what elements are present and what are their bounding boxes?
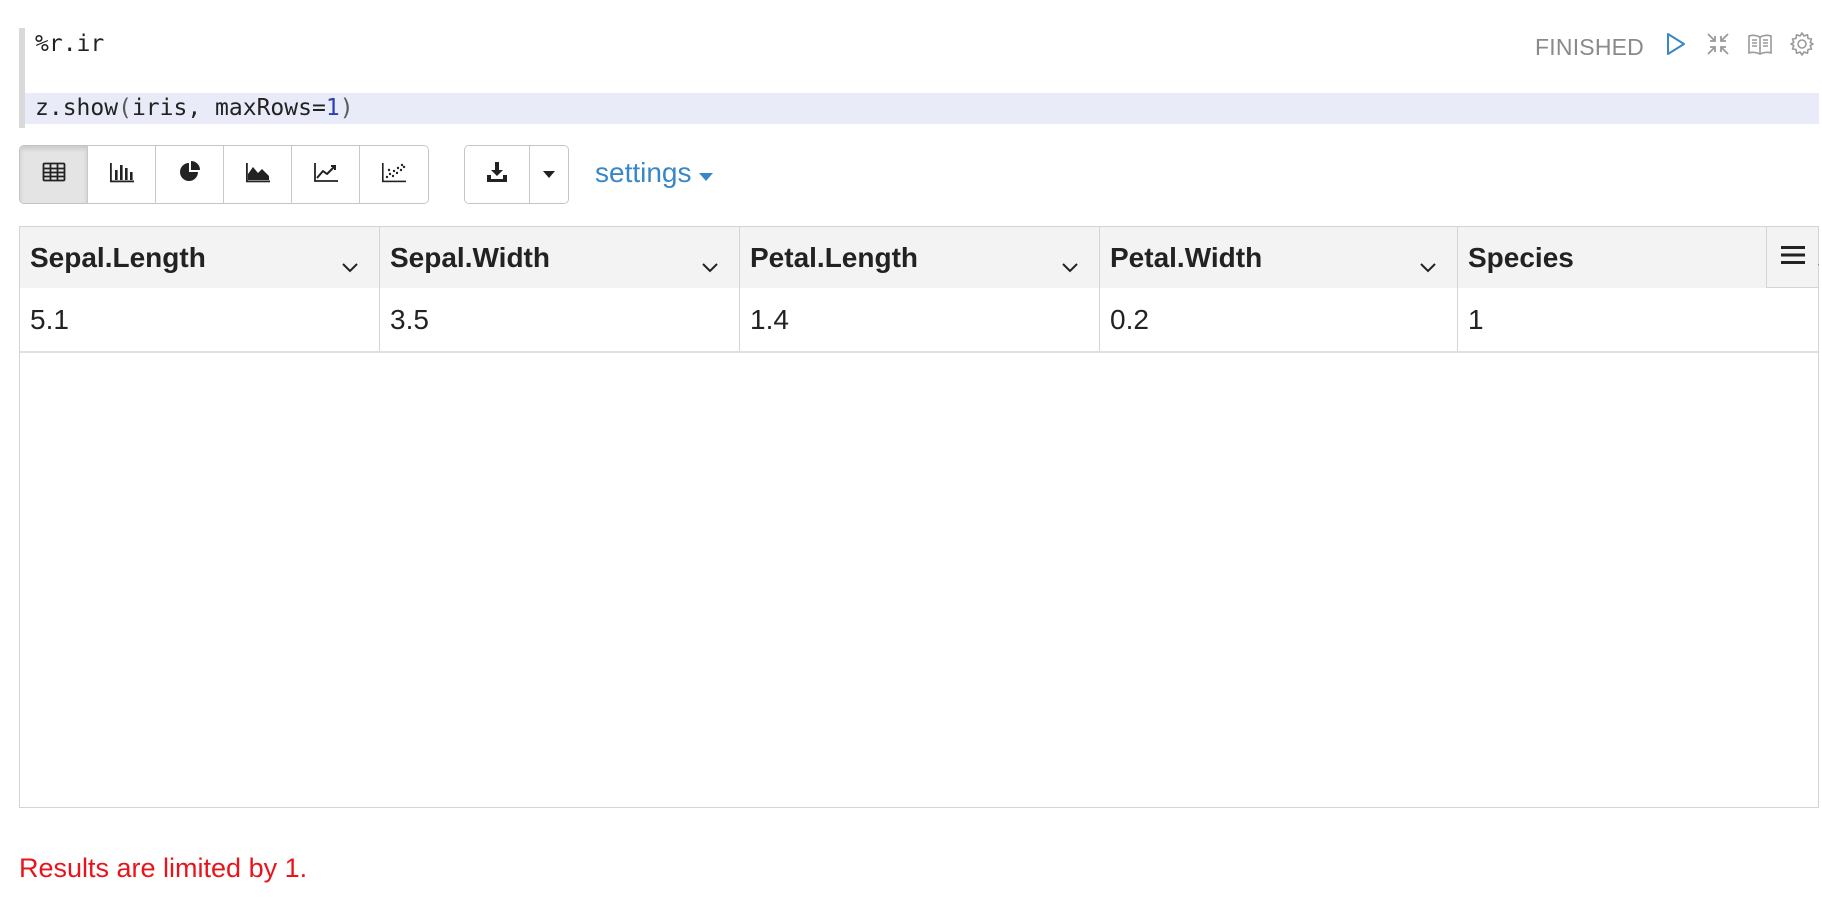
- table-cell[interactable]: 0.2: [1100, 288, 1458, 351]
- results-table: Sepal.Length Sepal.Width Petal.Length Pe…: [19, 226, 1819, 808]
- gear-icon[interactable]: [1788, 30, 1816, 58]
- chevron-down-icon[interactable]: [341, 249, 359, 281]
- code-token-open-paren: (: [118, 95, 132, 121]
- bar-chart-button[interactable]: [88, 146, 156, 203]
- download-options-toggle[interactable]: [529, 146, 568, 203]
- table-icon: [42, 162, 66, 187]
- column-header-label: Species: [1468, 241, 1574, 273]
- area-chart-button[interactable]: [224, 146, 292, 203]
- code-token-number: 1: [325, 95, 340, 121]
- settings-label: settings: [595, 157, 692, 188]
- chevron-down-icon[interactable]: [701, 249, 719, 281]
- grid-menu-button[interactable]: [1766, 227, 1818, 288]
- column-header-label: Sepal.Length: [30, 241, 206, 273]
- paragraph-status: FINISHED: [1535, 34, 1644, 60]
- code-line-1[interactable]: %r.ir: [35, 29, 104, 60]
- table-header: Sepal.Length Sepal.Width Petal.Length Pe…: [20, 227, 1819, 289]
- column-header[interactable]: Sepal.Width: [380, 227, 740, 288]
- table-cell[interactable]: 5.1: [20, 288, 380, 351]
- column-header[interactable]: Petal.Width: [1100, 227, 1458, 288]
- table-cell[interactable]: 1.4: [740, 288, 1100, 351]
- column-header-label: Petal.Length: [750, 241, 919, 273]
- line-chart-icon: [313, 161, 339, 188]
- collapse-icon[interactable]: [1704, 30, 1732, 58]
- scatter-chart-icon: [381, 161, 407, 188]
- table-row[interactable]: 5.1 3.5 1.4 0.2 1: [20, 288, 1818, 353]
- area-chart-icon: [245, 161, 271, 188]
- column-header-label: Sepal.Width: [390, 241, 550, 273]
- pie-chart-button[interactable]: [156, 146, 224, 203]
- code-line-2[interactable]: z.show(iris, maxRows=1): [25, 93, 1819, 124]
- column-header[interactable]: Petal.Length: [740, 227, 1100, 288]
- hamburger-icon: [1780, 245, 1805, 270]
- column-header-label: Petal.Width: [1110, 241, 1263, 273]
- chevron-down-icon[interactable]: [1061, 249, 1079, 281]
- column-header[interactable]: Sepal.Length: [20, 227, 380, 288]
- bar-chart-icon: [109, 161, 135, 188]
- code-token-args: iris, maxRows=: [131, 95, 326, 121]
- results-limit-message: Results are limited by 1.: [19, 853, 308, 883]
- book-icon[interactable]: [1746, 30, 1774, 58]
- download-dropdown: [464, 145, 569, 204]
- download-icon: [485, 160, 509, 189]
- column-header[interactable]: Species: [1458, 227, 1819, 288]
- visualization-toolbar: [19, 145, 429, 204]
- table-view-button[interactable]: [20, 146, 88, 203]
- download-button[interactable]: [465, 146, 529, 203]
- table-cell[interactable]: 1: [1458, 288, 1818, 351]
- pie-chart-icon: [178, 160, 202, 189]
- settings-toggle[interactable]: settings: [595, 157, 714, 189]
- paragraph-controls: [1662, 30, 1816, 58]
- caret-down-icon: [542, 166, 556, 184]
- code-token-close-paren: ): [339, 95, 354, 121]
- scatter-chart-button[interactable]: [360, 146, 428, 203]
- chevron-down-icon[interactable]: [1419, 249, 1437, 281]
- line-chart-button[interactable]: [292, 146, 360, 203]
- caret-down-icon: [698, 157, 714, 189]
- code-token-fn: z.show: [35, 95, 119, 121]
- table-cell[interactable]: 3.5: [380, 288, 740, 351]
- run-icon[interactable]: [1662, 30, 1690, 58]
